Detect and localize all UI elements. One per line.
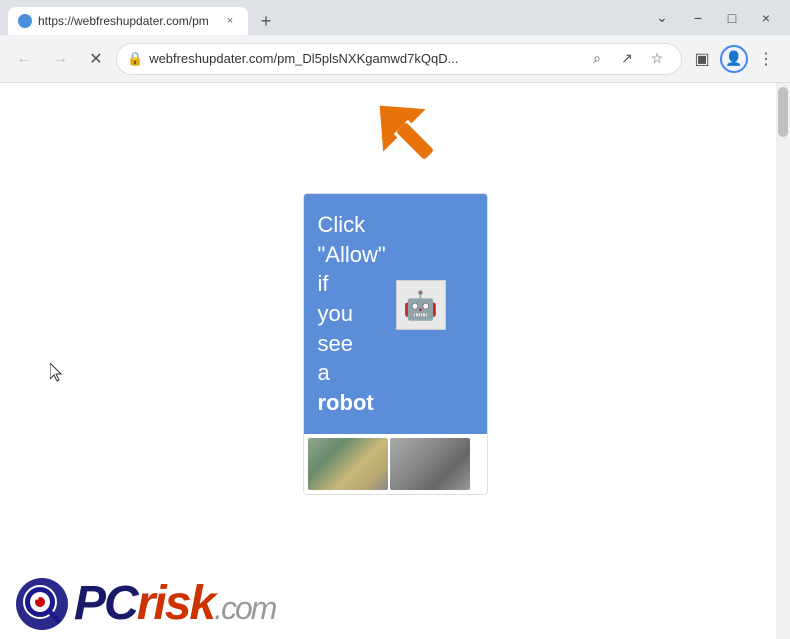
titlebar: https://webfreshupdater.com/pm × + ⌄ − □… bbox=[0, 0, 790, 35]
reload-button[interactable]: ✕ bbox=[80, 43, 112, 75]
close-button[interactable]: × bbox=[750, 2, 782, 34]
tab-favicon bbox=[18, 14, 32, 28]
notification-line6: a bbox=[318, 360, 330, 385]
pcrisk-logo-icon bbox=[16, 578, 68, 630]
menu-button[interactable]: ⋮ bbox=[750, 43, 782, 75]
url-text: webfreshupdater.com/pm_Dl5plsNXKgamwd7kQ… bbox=[149, 51, 577, 66]
mouse-cursor bbox=[50, 363, 64, 383]
addressbar: ← → ✕ 🔒 webfreshupdater.com/pm_Dl5plsNXK… bbox=[0, 35, 790, 83]
forward-button[interactable]: → bbox=[44, 43, 76, 75]
new-tab-button[interactable]: + bbox=[252, 7, 280, 35]
bookmark-icon[interactable]: ☆ bbox=[643, 45, 671, 73]
logo-area: PCrisk.com bbox=[0, 568, 291, 639]
toolbar-right: ▣ 👤 ⋮ bbox=[686, 43, 782, 75]
notification-bold: robot bbox=[318, 390, 374, 415]
notification-message: Click "Allow" if you see a robot bbox=[318, 210, 386, 418]
lock-icon: 🔒 bbox=[127, 51, 143, 67]
arrow-area bbox=[0, 83, 790, 193]
robot-icon-area: 🤖 bbox=[396, 280, 446, 330]
url-actions: ⌕ ↗ ☆ bbox=[583, 45, 671, 73]
tab-title: https://webfreshupdater.com/pm bbox=[38, 14, 216, 28]
robot-emoji: 🤖 bbox=[403, 289, 438, 322]
tab-close-button[interactable]: × bbox=[222, 13, 238, 29]
share-icon[interactable]: ↗ bbox=[613, 45, 641, 73]
back-button[interactable]: ← bbox=[8, 43, 40, 75]
maximize-button[interactable]: □ bbox=[716, 2, 748, 34]
notification-line1: Click bbox=[318, 212, 366, 237]
notification-images bbox=[304, 434, 487, 494]
logo-dotcom: .com bbox=[214, 590, 275, 626]
profile-button[interactable]: 👤 bbox=[720, 45, 748, 73]
active-tab[interactable]: https://webfreshupdater.com/pm × bbox=[8, 7, 248, 35]
logo-risk: risk bbox=[137, 577, 214, 630]
url-bar[interactable]: 🔒 webfreshupdater.com/pm_Dl5plsNXKgamwd7… bbox=[116, 43, 682, 75]
notification-blue-section: Click "Allow" if you see a robot 🤖 bbox=[304, 194, 487, 434]
pcrisk-logo-text: PCrisk.com bbox=[74, 576, 275, 631]
sidebar-button[interactable]: ▣ bbox=[686, 43, 718, 75]
scrollbar-thumb[interactable] bbox=[778, 87, 788, 137]
scrollbar[interactable] bbox=[776, 83, 790, 639]
notification-line5: see bbox=[318, 331, 353, 356]
image-thumbnail-1 bbox=[308, 438, 388, 490]
notification-line3: if bbox=[318, 271, 329, 296]
arrow-icon bbox=[365, 91, 465, 191]
tab-menu-button[interactable]: ⌄ bbox=[646, 2, 678, 34]
notification-line2: "Allow" bbox=[318, 242, 386, 267]
notification-line4: you bbox=[318, 301, 353, 326]
window-controls: − □ × bbox=[682, 2, 782, 34]
minimize-button[interactable]: − bbox=[682, 2, 714, 34]
page-content: Click "Allow" if you see a robot 🤖 bbox=[0, 83, 790, 639]
logo-pc: PC bbox=[74, 577, 137, 630]
tab-area: https://webfreshupdater.com/pm × + bbox=[8, 0, 642, 35]
notification-card: Click "Allow" if you see a robot 🤖 bbox=[303, 193, 488, 495]
notification-text: Click "Allow" if you see a robot bbox=[318, 210, 386, 418]
image-thumbnail-2 bbox=[390, 438, 470, 490]
search-icon[interactable]: ⌕ bbox=[583, 45, 611, 73]
